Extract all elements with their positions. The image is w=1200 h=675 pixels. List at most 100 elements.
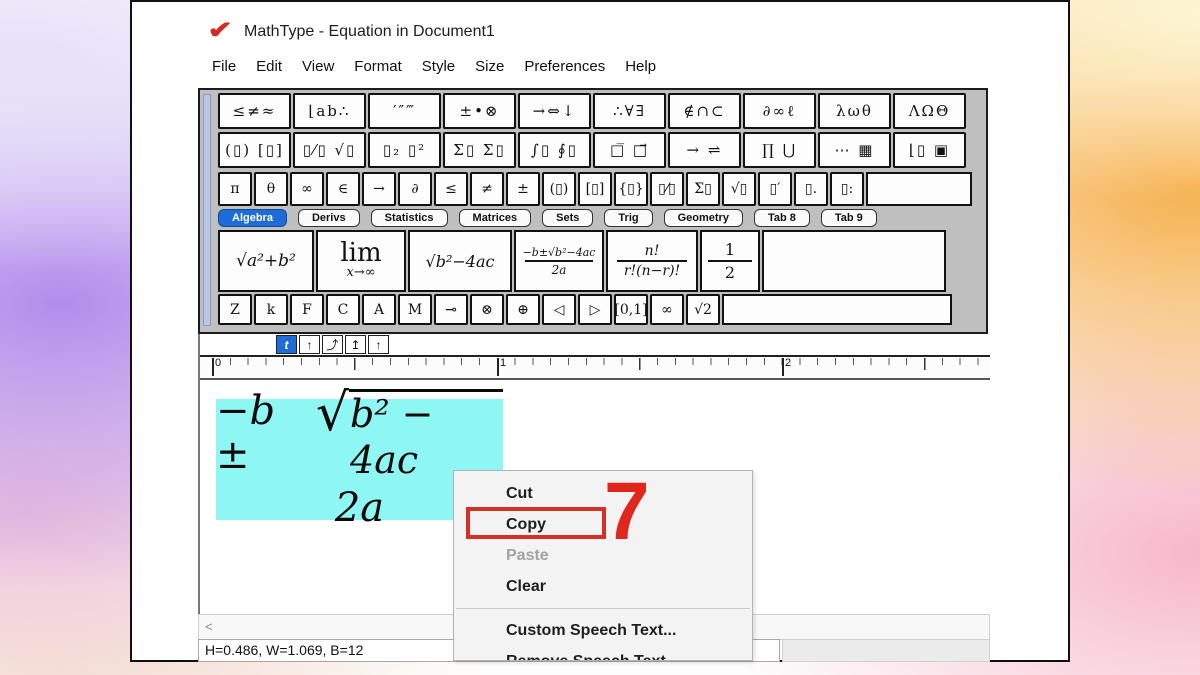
template-quadratic-formula[interactable]: −b±√b²−4ac2a (514, 230, 604, 292)
tab-8[interactable]: Tab 8 (754, 209, 810, 227)
insert-up-dot-arrow-button[interactable]: ↑ (368, 335, 389, 354)
symbol-palette-button[interactable]: ∴∀∃ (593, 93, 666, 129)
menu-view[interactable]: View (302, 58, 334, 75)
template-palette-button[interactable]: ▯₂ ▯² (368, 132, 441, 168)
context-menu-clear[interactable]: Clear (454, 571, 752, 602)
symbol-palette-button[interactable]: ≤≠≈ (218, 93, 291, 129)
user-symbol-button[interactable]: ∞ (650, 294, 684, 325)
user-symbol-button[interactable]: ▷ (578, 294, 612, 325)
tab-trig[interactable]: Trig (604, 209, 652, 227)
ruler[interactable]: 0 1 2 (198, 355, 990, 380)
context-menu-cut[interactable]: Cut (454, 478, 752, 509)
template-limit[interactable]: limx→∞ (316, 230, 406, 292)
toolbar-filler (762, 230, 946, 292)
small-symbol-button[interactable]: {▯} (614, 172, 648, 206)
user-symbol-button[interactable]: k (254, 294, 288, 325)
symbol-palette-button[interactable]: ⌊ab∴ (293, 93, 366, 129)
small-symbol-button[interactable]: ∞ (290, 172, 324, 206)
menu-format[interactable]: Format (354, 58, 402, 75)
menu-size[interactable]: Size (475, 58, 504, 75)
template-palette-button[interactable]: ⌊▯ ▣ (893, 132, 966, 168)
toolbar-drag-handle[interactable] (203, 94, 211, 326)
context-menu-separator (456, 608, 750, 609)
context-menu: Cut Copy Paste Clear Custom Speech Text.… (453, 470, 753, 661)
user-symbol-button[interactable]: A (362, 294, 396, 325)
insert-up-bar-arrow-button[interactable]: ↥ (345, 335, 366, 354)
context-menu-paste: Paste (454, 540, 752, 571)
insert-style-button-active[interactable]: t (276, 335, 297, 354)
symbol-palette-button[interactable]: λωθ (818, 93, 891, 129)
user-symbol-button[interactable]: √2 (686, 294, 720, 325)
scroll-left-icon[interactable]: < (205, 619, 213, 634)
symbol-palette-button[interactable]: ΛΩΘ (893, 93, 966, 129)
menu-help[interactable]: Help (625, 58, 656, 75)
tab-statistics[interactable]: Statistics (371, 209, 448, 227)
small-symbol-button[interactable]: [▯] (578, 172, 612, 206)
template-palette-button[interactable]: → ⇌ (668, 132, 741, 168)
user-symbol-button[interactable]: ⊕ (506, 294, 540, 325)
template-palette-button[interactable]: ∏ ⋃ (743, 132, 816, 168)
small-symbol-button[interactable]: ▯. (794, 172, 828, 206)
insert-up-arrow-button[interactable]: ↑ (299, 335, 320, 354)
small-symbol-button[interactable]: ∈ (326, 172, 360, 206)
small-symbol-button[interactable]: ∂ (398, 172, 432, 206)
small-symbol-button[interactable]: (▯) (542, 172, 576, 206)
ruler-label-2: 2 (785, 357, 791, 369)
template-combination[interactable]: n!r!(n−r)! (606, 230, 698, 292)
user-symbol-button[interactable]: C (326, 294, 360, 325)
insert-curved-arrow-button[interactable]: ⤴ (322, 335, 343, 354)
tab-strip: Algebra Derivs Statistics Matrices Sets … (218, 209, 877, 227)
template-discriminant[interactable]: √b²−4ac (408, 230, 512, 292)
tab-matrices[interactable]: Matrices (459, 209, 532, 227)
symbol-palette-button[interactable]: →⇔↓ (518, 93, 591, 129)
small-symbol-button[interactable]: Σ▯ (686, 172, 720, 206)
template-palette-button[interactable]: ▯⁄▯ √▯ (293, 132, 366, 168)
small-symbol-button[interactable]: ▯⁄▯ (650, 172, 684, 206)
user-symbol-button[interactable]: [0,1] (614, 294, 648, 325)
user-symbol-button[interactable]: F (290, 294, 324, 325)
tab-sets[interactable]: Sets (542, 209, 593, 227)
radical-sign: √ (316, 389, 349, 438)
symbol-toolbar: ≤≠≈⌊ab∴′″‴±•⊗→⇔↓∴∀∃∉∩⊂∂∞ℓλωθΛΩΘ (▯) [▯]▯… (198, 88, 988, 334)
template-palette-button[interactable]: Σ▯ Σ▯ (443, 132, 516, 168)
small-symbol-button[interactable]: θ (254, 172, 288, 206)
menu-edit[interactable]: Edit (256, 58, 282, 75)
symbol-palette-button[interactable]: ±•⊗ (443, 93, 516, 129)
small-symbol-button[interactable]: ± (506, 172, 540, 206)
user-symbol-button[interactable]: M (398, 294, 432, 325)
template-palette-button[interactable]: □̅ □⃗ (593, 132, 666, 168)
tab-geometry[interactable]: Geometry (664, 209, 743, 227)
menu-file[interactable]: File (212, 58, 236, 75)
user-symbol-button[interactable]: Z (218, 294, 252, 325)
small-symbol-button[interactable]: π (218, 172, 252, 206)
small-symbol-button[interactable]: ≤ (434, 172, 468, 206)
small-symbol-button[interactable]: → (362, 172, 396, 206)
small-symbol-button[interactable]: ▯: (830, 172, 864, 206)
tab-algebra[interactable]: Algebra (218, 209, 287, 227)
symbol-palette-button[interactable]: ∉∩⊂ (668, 93, 741, 129)
ruler-label-1: 1 (500, 357, 506, 369)
template-one-half[interactable]: 12 (700, 230, 760, 292)
template-palette-button[interactable]: (▯) [▯] (218, 132, 291, 168)
user-symbol-button[interactable]: ⊸ (434, 294, 468, 325)
user-symbol-row: ZkFCAM⊸⊗⊕◁▷[0,1]∞√2 (218, 294, 952, 325)
small-symbol-button[interactable]: ▯′ (758, 172, 792, 206)
context-menu-remove-speech-text[interactable]: Remove Speech Text (454, 646, 752, 661)
menu-preferences[interactable]: Preferences (524, 58, 605, 75)
small-symbol-button[interactable]: √▯ (722, 172, 756, 206)
user-symbol-button[interactable]: ⊗ (470, 294, 504, 325)
tab-derivs[interactable]: Derivs (298, 209, 360, 227)
template-sqrt-a2-b2[interactable]: √a²+b² (218, 230, 314, 292)
symbol-palette-button[interactable]: ′″‴ (368, 93, 441, 129)
context-menu-copy[interactable]: Copy (454, 509, 752, 540)
context-menu-custom-speech-text[interactable]: Custom Speech Text... (454, 615, 752, 646)
small-symbol-button[interactable]: ≠ (470, 172, 504, 206)
canvas-left-edge (198, 334, 200, 614)
status-bar-right-panel (782, 639, 990, 662)
user-symbol-button[interactable]: ◁ (542, 294, 576, 325)
menu-style[interactable]: Style (422, 58, 455, 75)
symbol-palette-button[interactable]: ∂∞ℓ (743, 93, 816, 129)
template-palette-button[interactable]: ⋯ ▦ (818, 132, 891, 168)
template-palette-button[interactable]: ∫▯ ∮▯ (518, 132, 591, 168)
tab-9[interactable]: Tab 9 (821, 209, 877, 227)
